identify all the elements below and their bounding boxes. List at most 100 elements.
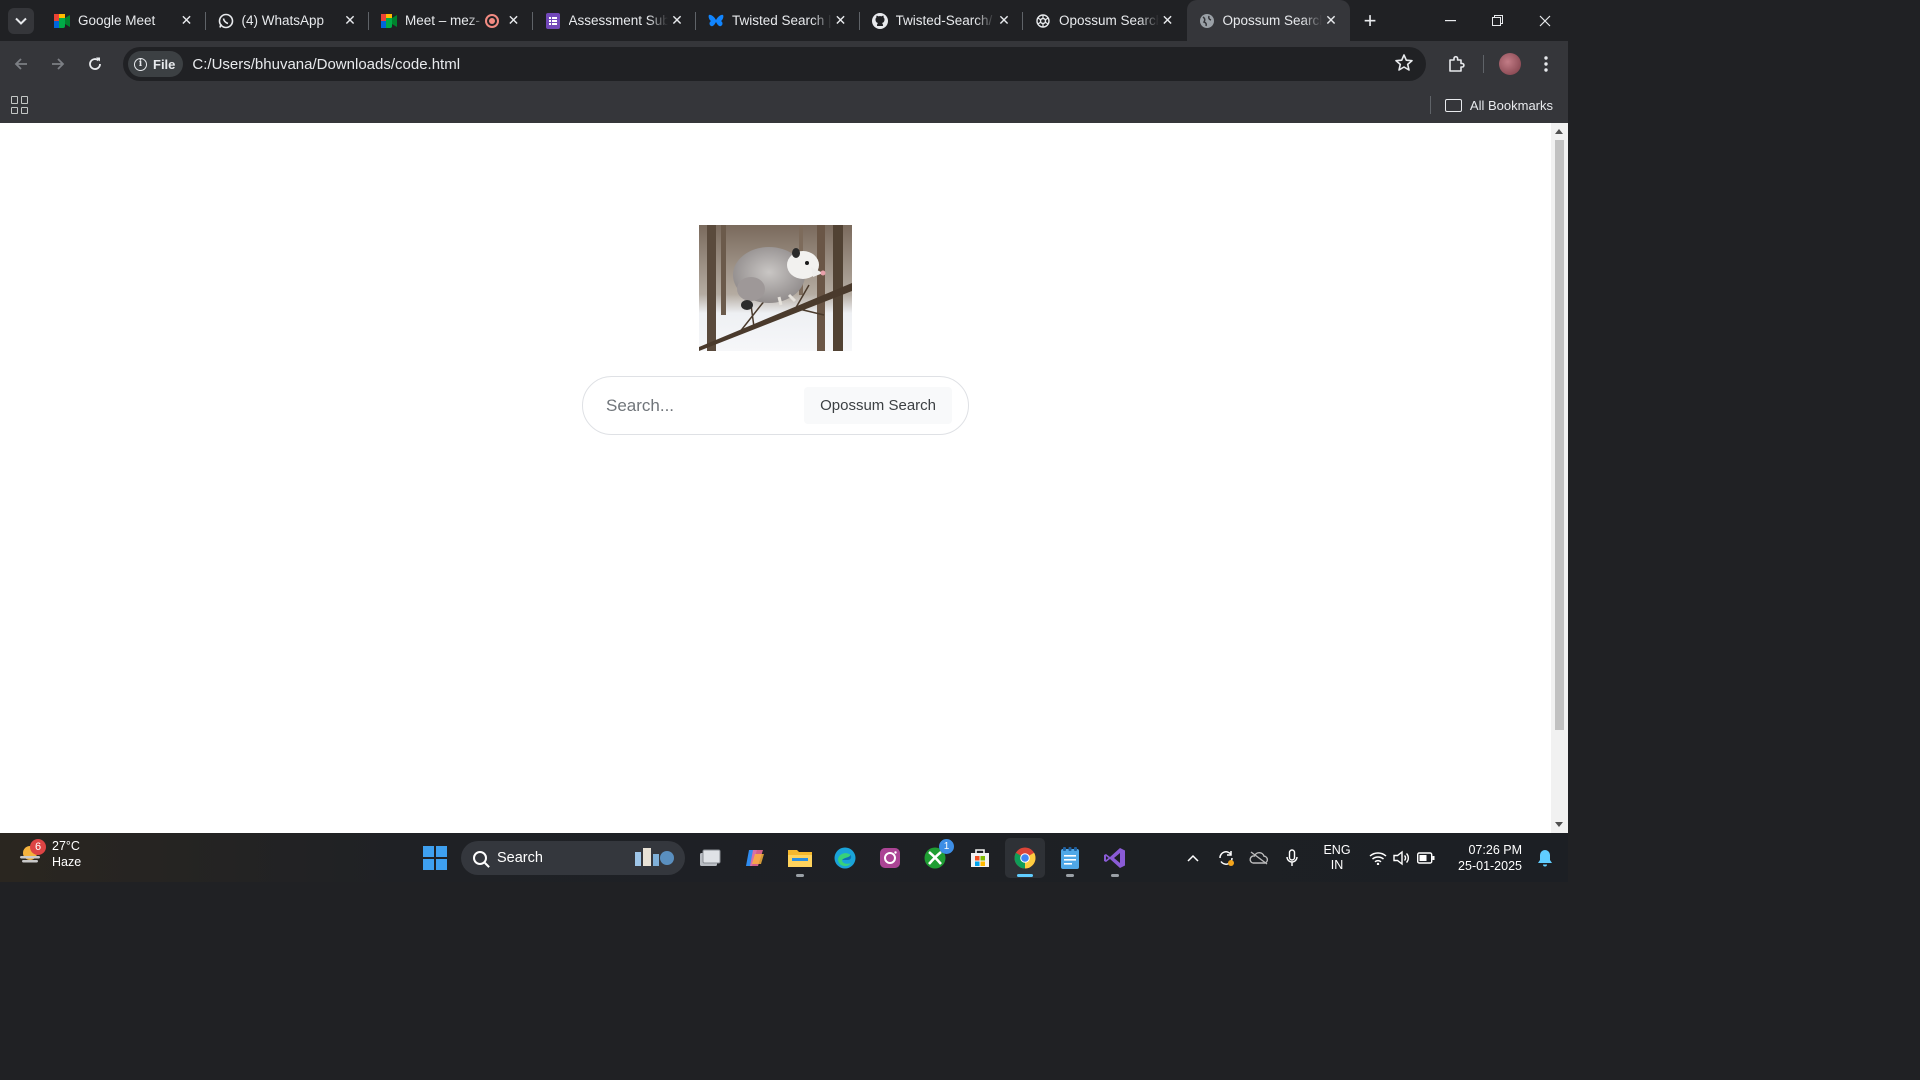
close-icon[interactable]: ✕ [668, 12, 686, 30]
notepad-icon[interactable] [1050, 838, 1090, 878]
haze-weather-icon: 6 [18, 839, 46, 867]
close-icon[interactable]: ✕ [1322, 12, 1340, 30]
copilot-icon[interactable] [735, 838, 775, 878]
window-controls [1427, 0, 1568, 41]
microphone-icon[interactable] [1275, 833, 1308, 882]
tab-twisted-search-bsky[interactable]: Twisted Search | ✕ [696, 0, 860, 41]
all-bookmarks[interactable]: All Bookmarks [1426, 87, 1553, 123]
apps-grid-icon[interactable] [11, 96, 29, 114]
language-code: ENG [1323, 842, 1351, 857]
tab-search-button[interactable] [8, 7, 34, 34]
tab-opossum-search-active[interactable]: Opossum Search ✕ [1186, 0, 1350, 41]
volume-icon[interactable] [1390, 833, 1414, 882]
battery-icon[interactable] [1414, 833, 1438, 882]
google-forms-icon [545, 12, 561, 29]
tab-title: Google Meet [78, 13, 156, 28]
bookmark-star-icon[interactable] [1394, 53, 1414, 78]
onedrive-offline-icon[interactable] [1242, 833, 1275, 882]
running-indicator [1017, 874, 1033, 877]
bluesky-butterfly-icon [708, 13, 724, 29]
close-icon[interactable]: ✕ [1159, 12, 1177, 30]
back-button[interactable] [5, 48, 37, 80]
menu-button[interactable] [1528, 46, 1564, 82]
whatsapp-icon [218, 13, 234, 29]
clock-time: 07:26 PM [1468, 842, 1522, 857]
restore-button[interactable] [1474, 0, 1521, 41]
web-page: Opossum Search [0, 123, 1551, 833]
toolbar-divider [1483, 55, 1484, 73]
close-window-button[interactable] [1521, 0, 1568, 41]
tab-meet-recording[interactable]: Meet – mez- ✕ [369, 0, 533, 41]
extensions-button[interactable] [1439, 46, 1475, 82]
taskbar-search-box[interactable]: Search [461, 841, 685, 875]
bookmarks-divider [1429, 96, 1431, 114]
chevron-down-icon [15, 17, 27, 25]
scroll-up-arrow-icon[interactable] [1555, 129, 1563, 134]
weather-condition: Haze [52, 855, 82, 869]
page-scrollbar[interactable] [1551, 123, 1568, 833]
scrollbar-thumb[interactable] [1555, 140, 1564, 730]
tab-strip: Google Meet ✕ (4) WhatsApp ✕ Meet – mez-… [0, 0, 1568, 41]
address-bar[interactable]: i File C:/Users/bhuvana/Downloads/code.h… [123, 47, 1426, 81]
url-text[interactable]: C:/Users/bhuvana/Downloads/code.html [192, 56, 460, 73]
opossum-search-button[interactable]: Opossum Search [804, 387, 952, 424]
google-meet-icon [381, 13, 397, 29]
restore-icon [1492, 15, 1503, 26]
close-icon[interactable]: ✕ [832, 12, 850, 30]
tab-title: Twisted-Search/ [895, 13, 993, 28]
close-icon[interactable]: ✕ [341, 12, 359, 30]
visual-studio-icon[interactable] [1095, 838, 1135, 878]
edge-icon[interactable] [825, 838, 865, 878]
instagram-icon[interactable] [870, 838, 910, 878]
tab-assessment[interactable]: Assessment Sub ✕ [533, 0, 696, 41]
reload-button[interactable] [79, 48, 111, 80]
reload-icon [89, 57, 101, 70]
microsoft-store-icon[interactable] [960, 838, 1000, 878]
weather-widget[interactable]: 6 27°C Haze [18, 838, 81, 870]
chrome-icon[interactable] [1005, 838, 1045, 878]
tab-github[interactable]: Twisted-Search/ ✕ [860, 0, 1023, 41]
running-indicator [1111, 874, 1119, 877]
search-input[interactable] [606, 395, 806, 416]
chevron-up-icon[interactable] [1176, 833, 1209, 882]
folder-icon [1444, 98, 1462, 112]
site-info-label: File [153, 56, 176, 72]
running-indicator [1066, 874, 1074, 877]
task-view-icon[interactable] [690, 838, 730, 878]
tab-title: Meet – mez- [405, 13, 481, 28]
tab-title: Opossum Search [1222, 13, 1323, 28]
forward-button[interactable] [42, 48, 74, 80]
tab-title: (4) WhatsApp [241, 13, 325, 28]
new-tab-button[interactable]: + [1356, 7, 1384, 35]
file-explorer-icon[interactable] [780, 838, 820, 878]
site-info-chip[interactable]: i File [128, 51, 184, 77]
arrow-left-icon [14, 58, 27, 70]
opossum-logo-image [699, 225, 852, 351]
wifi-icon[interactable] [1366, 833, 1390, 882]
windows-start-icon[interactable] [420, 843, 450, 873]
close-icon[interactable]: ✕ [995, 12, 1013, 30]
xbox-icon[interactable]: 1 [915, 838, 955, 878]
tab-opossum-search-chatgpt[interactable]: Opossum Search ✕ [1023, 0, 1187, 41]
tab-title: Assessment Sub [568, 13, 669, 28]
minimize-icon [1445, 19, 1456, 21]
tab-google-meet[interactable]: Google Meet ✕ [42, 0, 206, 41]
notification-bell-icon[interactable] [1530, 849, 1560, 867]
globe-icon [1199, 13, 1215, 29]
xbox-notification-badge: 1 [939, 839, 954, 854]
sync-icon[interactable] [1209, 833, 1242, 882]
openai-icon [1035, 13, 1051, 29]
taskbar-apps: Search 1 [420, 837, 1135, 879]
minimize-button[interactable] [1427, 0, 1474, 41]
bookmarks-bar: All Bookmarks [0, 87, 1568, 123]
search-highlight-icon [635, 848, 674, 866]
scroll-down-arrow-icon[interactable] [1555, 822, 1563, 827]
tab-whatsapp[interactable]: (4) WhatsApp ✕ [206, 0, 369, 41]
clock[interactable]: 07:26 PM 25-01-2025 [1450, 842, 1522, 874]
close-icon [1539, 15, 1550, 26]
profile-button[interactable] [1492, 46, 1528, 82]
close-icon[interactable]: ✕ [178, 12, 196, 30]
language-indicator[interactable]: ENG IN [1316, 843, 1358, 873]
weather-temperature: 27°C [52, 839, 80, 853]
close-icon[interactable]: ✕ [505, 12, 523, 30]
